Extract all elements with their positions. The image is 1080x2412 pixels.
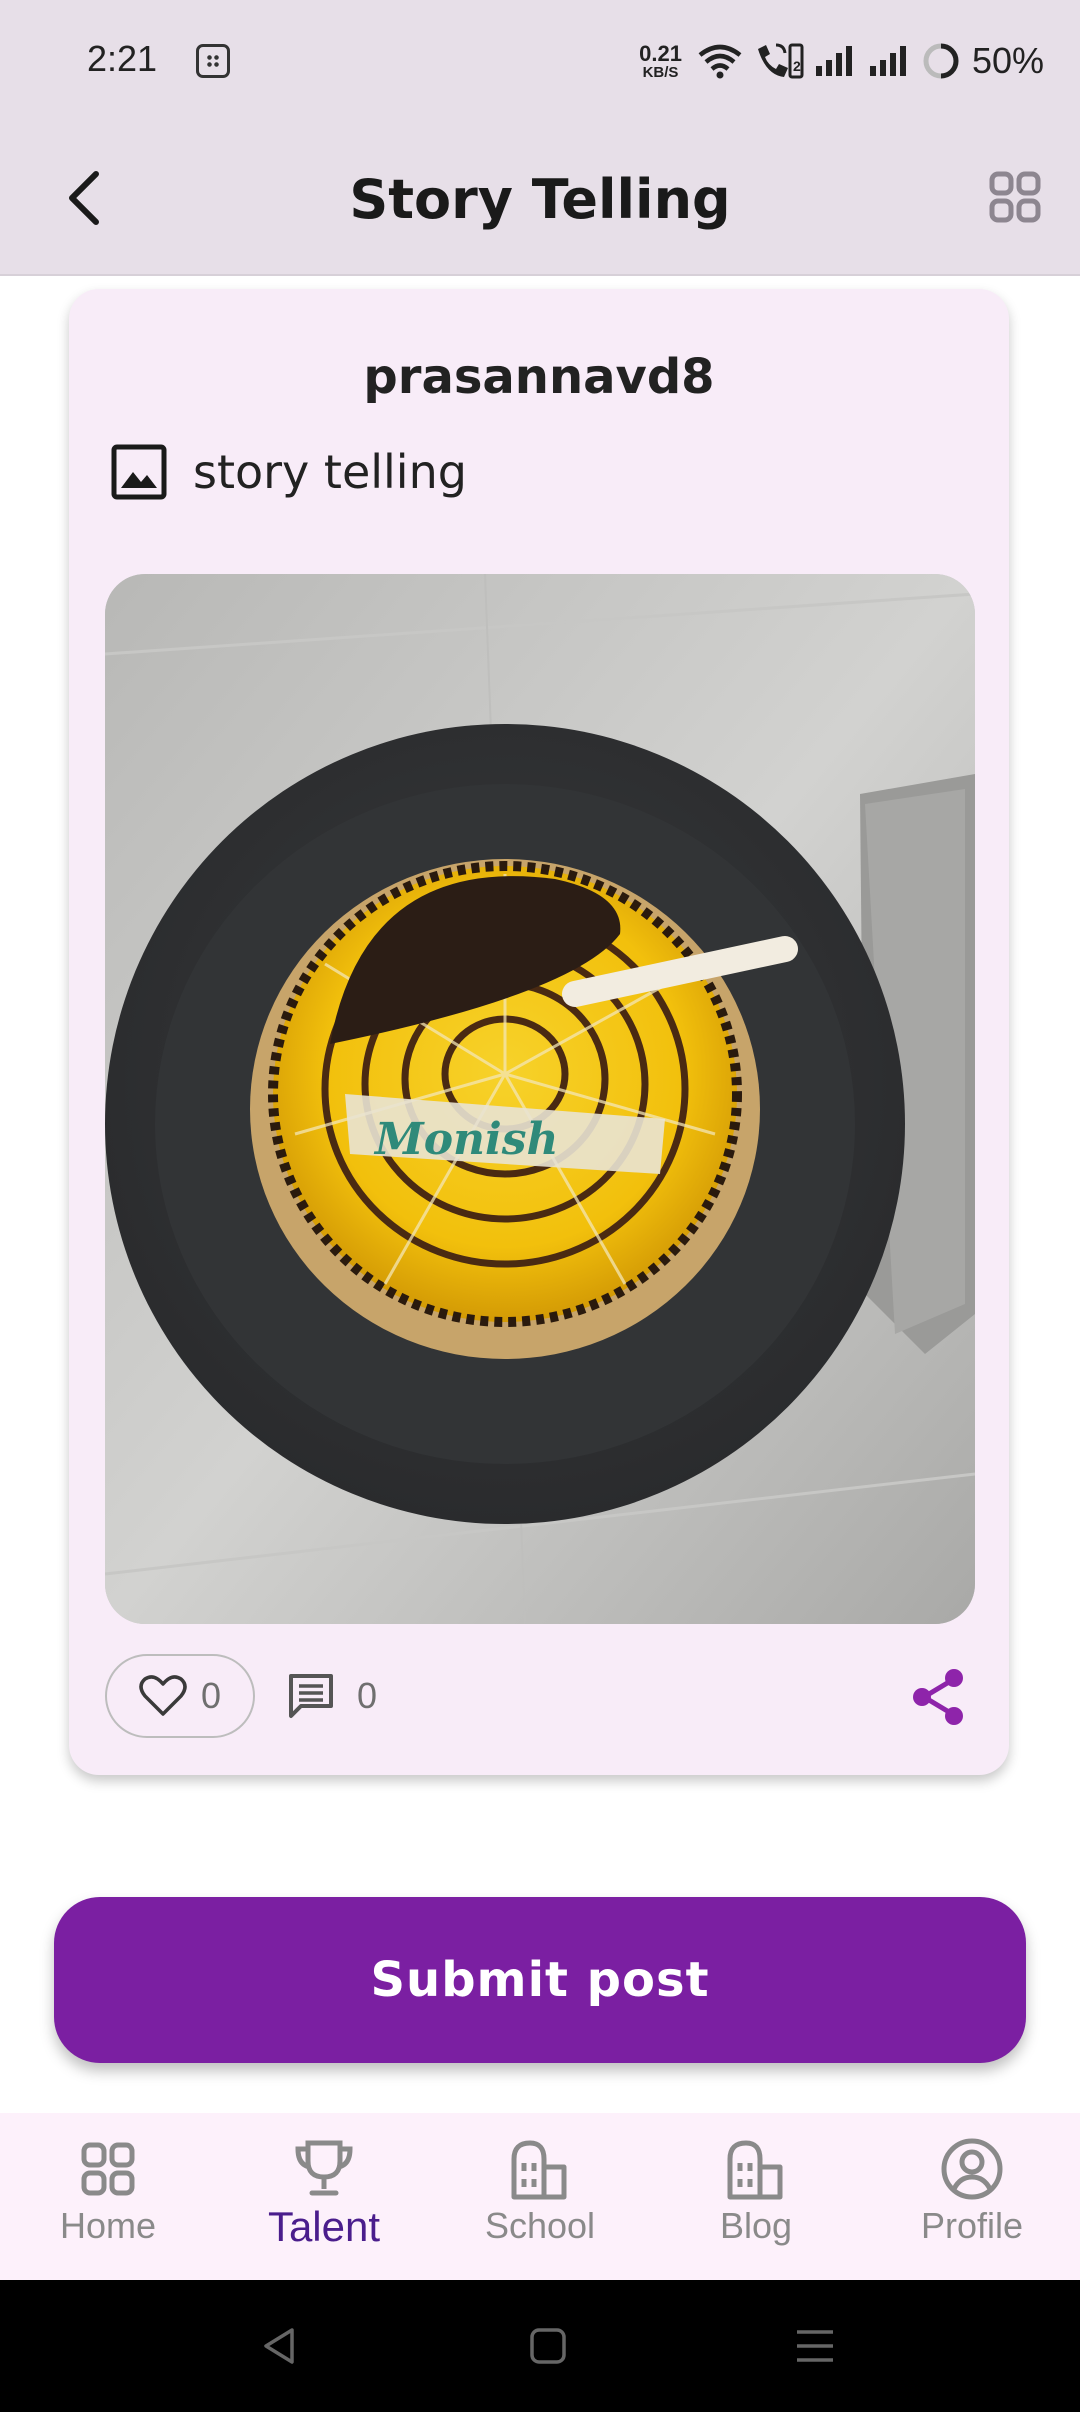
svg-text:Monish: Monish [373,1114,559,1165]
signal-icon-sim2 [869,46,906,76]
trophy-icon [295,2140,353,2196]
wifi-icon [698,44,742,79]
post-card: prasannavd8 story telling Monish 0 0 [69,289,1009,1775]
grid-icon [81,2142,135,2196]
network-speed-value: 0.21 [639,40,682,66]
nav-item-profile[interactable]: Profile [864,2113,1080,2280]
system-recents-button[interactable] [785,2316,845,2376]
post-image[interactable]: Monish [105,574,975,1624]
system-back-button[interactable] [250,2316,310,2376]
back-arrow-icon [69,171,99,225]
calendar-notification-icon [196,44,230,78]
system-home-button[interactable] [518,2316,578,2376]
share-button[interactable] [903,1662,973,1732]
system-navigation-bar [0,2280,1080,2412]
post-category-label: story telling [193,445,467,499]
nav-item-blog[interactable]: Blog [648,2113,864,2280]
nav-label-school: School [484,2205,596,2246]
account-circle-icon [941,2138,1003,2200]
post-category: story telling [111,444,467,500]
menu-lines-icon [797,2330,833,2362]
nav-label-profile: Profile [920,2205,1024,2246]
heart-icon [139,1675,187,1716]
network-speed-unit: KB/S [642,63,679,81]
status-time: 2:21 [87,38,158,79]
building-icon [727,2140,783,2200]
app-bar: Story Telling [0,124,1080,276]
signal-icon-sim1 [815,46,852,76]
image-icon [111,444,167,500]
battery-percent: 50% [971,40,1044,81]
nav-item-talent[interactable]: Talent [216,2113,432,2280]
nav-item-home[interactable]: Home [0,2113,216,2280]
nav-label-blog: Blog [719,2205,793,2246]
share-icon [913,1669,963,1725]
like-button[interactable]: 0 [105,1654,255,1738]
post-username: prasannavd8 [363,349,715,405]
svg-text:2: 2 [793,58,801,74]
nav-label-talent: Talent [267,2203,381,2250]
submit-post-button[interactable]: Submit post [54,1897,1026,2063]
battery-icon [923,43,959,79]
building-icon [511,2140,567,2200]
square-home-icon [530,2328,566,2364]
status-bar: 2:21 0.21 KB/S 2 50% [0,0,1080,124]
nav-item-school[interactable]: School [432,2113,648,2280]
grid-icon [989,171,1041,223]
triangle-back-icon [264,2328,294,2364]
bottom-navigation: Home Talent School Blog Profile [0,2113,1080,2280]
like-count: 0 [200,1675,222,1716]
page-title: Story Telling [349,167,731,231]
comment-count: 0 [357,1675,378,1716]
comment-icon [289,1674,333,1718]
volte-call-icon: 2 [757,43,804,79]
cake-photo: Monish [105,574,975,1624]
back-button[interactable] [52,166,116,230]
nav-label-home: Home [59,2205,157,2246]
menu-grid-button[interactable] [980,162,1050,232]
network-speed: 0.21 KB/S [639,40,682,81]
comment-button[interactable]: 0 [287,1654,377,1738]
status-icons: 0.21 KB/S 2 50% [639,36,1044,86]
post-actions: 0 0 [105,1654,973,1744]
